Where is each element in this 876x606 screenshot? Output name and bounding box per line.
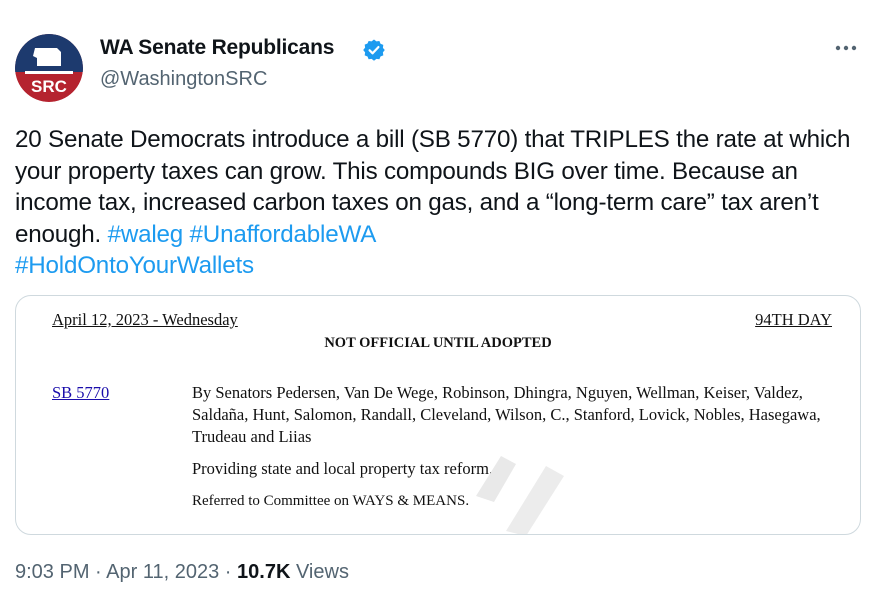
tweet-date[interactable]: Apr 11, 2023	[106, 561, 219, 583]
document-day: 94TH DAY	[755, 310, 832, 329]
views-count: 10.7K	[237, 561, 291, 583]
bill-link[interactable]: SB 5770	[52, 383, 109, 403]
hashtag-holdontoyourwallets[interactable]: #HoldOntoYourWallets	[15, 252, 254, 279]
document-notice: NOT OFFICIAL UNTIL ADOPTED	[324, 335, 552, 351]
more-options-icon[interactable]	[832, 40, 860, 56]
avatar[interactable]: SRC	[15, 34, 83, 102]
hashtag-waleg[interactable]: #waleg	[108, 221, 184, 248]
avatar-text: SRC	[31, 77, 67, 96]
verified-badge-icon	[363, 39, 385, 61]
tweet-text: 20 Senate Democrats introduce a bill (SB…	[15, 124, 865, 282]
document-image: April 12, 2023 - Wednesday 94TH DAY NOT …	[16, 296, 860, 534]
document-date: April 12, 2023 - Wednesday	[52, 310, 238, 329]
src-logo-icon: SRC	[15, 34, 83, 102]
hashtag-unaffordablewa[interactable]: #UnaffordableWA	[190, 221, 377, 248]
document-referral: Referred to Committee on WAYS & MEANS.	[192, 493, 470, 509]
media-card[interactable]: April 12, 2023 - Wednesday 94TH DAY NOT …	[15, 295, 861, 535]
meta-separator: ·	[95, 561, 102, 583]
watermark-icon	[476, 456, 564, 534]
tweet-meta: 9:03 PM · Apr 11, 2023 · 10.7K Views	[15, 561, 349, 584]
tweet-time[interactable]: 9:03 PM	[15, 561, 89, 583]
author-name[interactable]: WA Senate Republicans	[100, 36, 334, 60]
meta-separator: ·	[224, 561, 232, 583]
views-label: Views	[295, 561, 349, 583]
author-handle[interactable]: @WashingtonSRC	[100, 68, 267, 91]
